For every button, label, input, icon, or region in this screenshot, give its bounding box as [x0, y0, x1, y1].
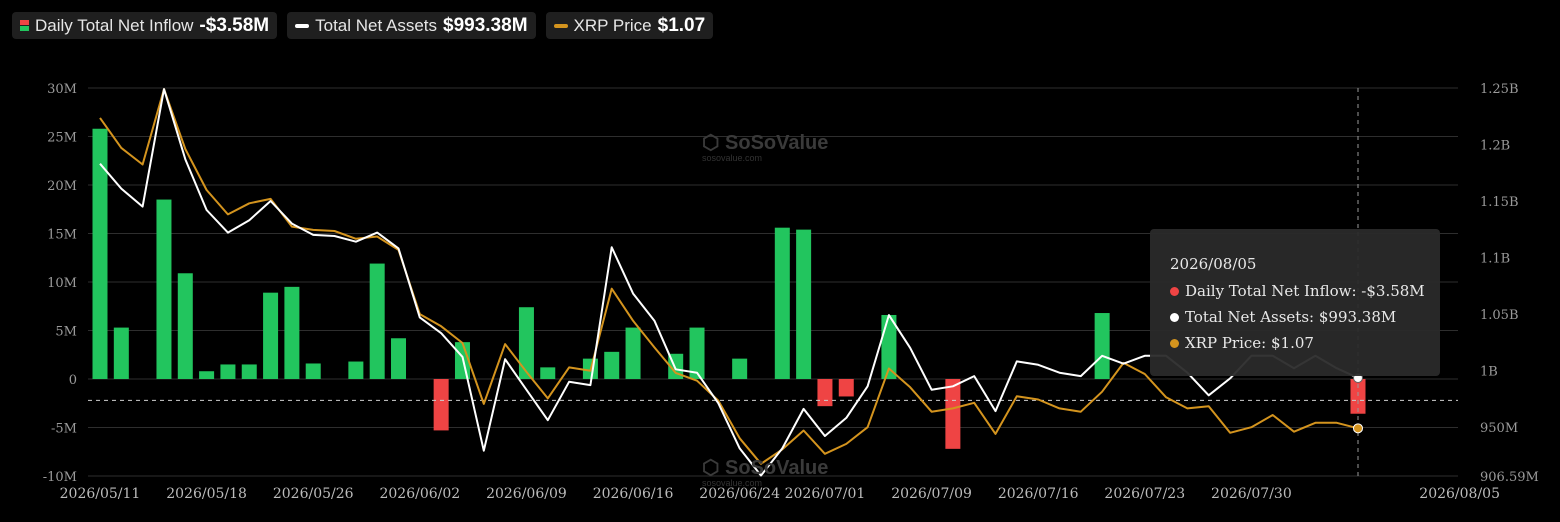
y-left-tick-label: -10M	[43, 470, 77, 485]
y-left-tick-label: 5M	[55, 325, 77, 340]
tooltip-row-price: XRP Price: $1.07	[1170, 334, 1314, 352]
inflow-bar	[391, 338, 407, 379]
y-left-tick-label: 10M	[47, 276, 77, 291]
watermark-logo-icon: ⬡	[702, 457, 726, 479]
inflow-bar	[284, 286, 300, 379]
chart-tooltip: 2026/08/05 Daily Total Net Inflow: -$3.5…	[1150, 229, 1440, 376]
tooltip-price-text: XRP Price: $1.07	[1185, 334, 1314, 352]
inflow-bar	[263, 292, 279, 379]
y-right-tick-label: 1.1B	[1480, 251, 1510, 266]
price-end-marker	[1353, 423, 1363, 434]
inflow-bar	[518, 307, 534, 379]
x-tick-label: 2026/06/09	[486, 486, 567, 502]
x-tick-label: 2026/05/11	[60, 486, 141, 502]
inflow-bar	[92, 128, 108, 379]
tooltip-row-inflow: Daily Total Net Inflow: -$3.58M	[1170, 282, 1425, 300]
watermark-bottom: ⬡ SoSoValue sosovalue.com	[702, 455, 828, 488]
inflow-bar	[774, 227, 790, 379]
tooltip-price-dot-icon	[1170, 338, 1179, 348]
inflow-bar	[241, 364, 257, 379]
inflow-bar	[625, 327, 641, 379]
x-tick-label: 2026/07/01	[785, 486, 866, 502]
y-left-tick-label: -5M	[51, 422, 77, 437]
inflow-bar	[540, 367, 556, 379]
watermark-top: ⬡ SoSoValue sosovalue.com	[702, 130, 828, 163]
tooltip-inflow-dot-icon	[1170, 286, 1179, 296]
y-left-tick-label: 20M	[47, 179, 77, 194]
tooltip-date: 2026/08/05	[1170, 255, 1257, 273]
x-tick-label: 2026/07/09	[891, 486, 972, 502]
x-tick-label: 2026/05/18	[166, 486, 247, 502]
x-tick-label: 2026/05/26	[273, 486, 354, 502]
inflow-bar	[817, 379, 833, 407]
y-left-tick-label: 0	[69, 373, 77, 388]
y-right-tick-label: 950M	[1480, 421, 1518, 436]
tooltip-row-assets: Total Net Assets: $993.38M	[1170, 308, 1396, 326]
watermark-url: sosovalue.com	[702, 478, 763, 488]
inflow-bar	[433, 379, 449, 431]
x-tick-label: 2026/07/30	[1211, 486, 1292, 502]
inflow-bar	[199, 371, 215, 379]
inflow-bar	[796, 229, 812, 379]
inflow-bar	[348, 361, 364, 379]
x-tick-label: 2026/08/05	[1419, 486, 1500, 502]
inflow-bar	[945, 379, 961, 449]
y-left-tick-label: 15M	[47, 228, 77, 243]
x-tick-label: 2026/06/16	[593, 486, 674, 502]
inflow-bar	[838, 379, 854, 397]
y-right-tick-label: 1.2B	[1480, 138, 1510, 153]
y-right-tick-label: 1.25B	[1480, 82, 1519, 97]
inflow-bar	[305, 363, 321, 379]
x-tick-label: 2026/07/23	[1104, 486, 1185, 502]
watermark-logo-icon: ⬡	[702, 132, 726, 154]
x-tick-label: 2026/07/16	[998, 486, 1079, 502]
y-left-tick-label: 25M	[47, 131, 77, 146]
inflow-bar	[156, 199, 172, 379]
tooltip-inflow-text: Daily Total Net Inflow: -$3.58M	[1185, 282, 1425, 300]
y-right-tick-label: 1.05B	[1480, 308, 1519, 323]
inflow-bar	[220, 364, 236, 379]
inflow-bar	[732, 358, 748, 379]
tooltip-assets-dot-icon	[1170, 312, 1179, 322]
x-tick-label: 2026/06/02	[379, 486, 460, 502]
inflow-bar	[604, 351, 620, 379]
watermark-url: sosovalue.com	[702, 153, 763, 163]
y-right-tick-label: 906.59M	[1480, 470, 1539, 485]
watermark-name: SoSoValue	[725, 457, 829, 479]
inflow-bar	[1094, 313, 1110, 379]
inflow-bar	[177, 273, 193, 379]
y-right-tick-label: 1B	[1480, 364, 1498, 379]
x-tick-label: 2026/06/24	[699, 486, 780, 502]
y-left-tick-label: 30M	[47, 82, 77, 97]
inflow-bar	[113, 327, 129, 379]
y-right-tick-label: 1.15B	[1480, 195, 1519, 210]
watermark-name: SoSoValue	[725, 132, 829, 154]
tooltip-assets-text: Total Net Assets: $993.38M	[1185, 308, 1397, 326]
inflow-bar	[369, 263, 385, 379]
